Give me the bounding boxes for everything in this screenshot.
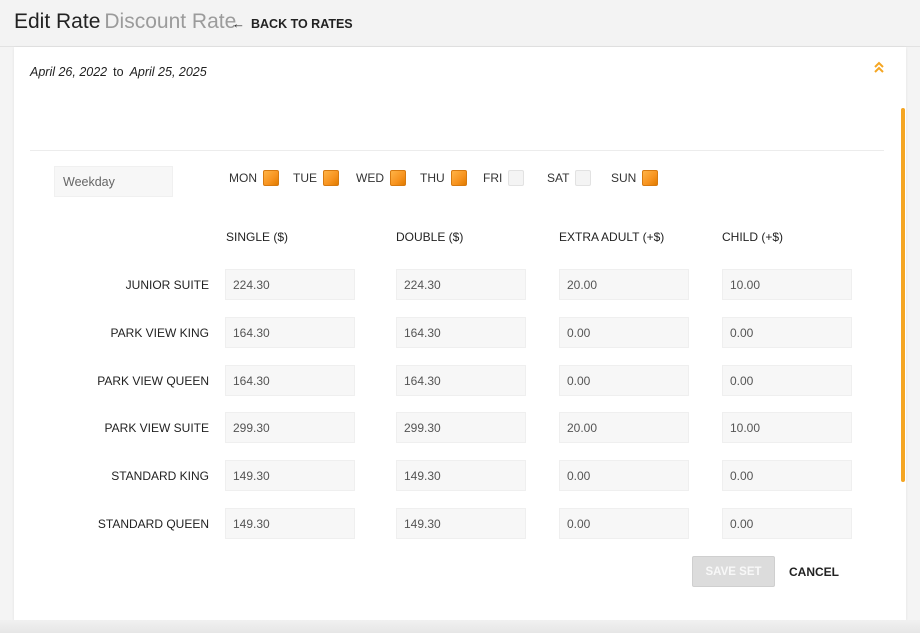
child-rate-input[interactable] [722, 365, 852, 396]
divider [30, 150, 884, 151]
day-checkbox-tue[interactable] [323, 170, 339, 186]
cancel-button[interactable]: CANCEL [786, 556, 842, 587]
child-rate-input[interactable] [722, 460, 852, 491]
double-rate-input[interactable] [396, 269, 526, 300]
page-title-text: Edit Rate [14, 10, 101, 33]
single-rate-input[interactable] [225, 508, 355, 539]
day-toggle-mon[interactable]: MON [229, 170, 279, 186]
rate-name: Discount Rate [104, 10, 237, 33]
room-label: PARK VIEW QUEEN [97, 374, 209, 388]
day-toggle-thu[interactable]: THU [420, 170, 467, 186]
day-checkbox-sat[interactable] [575, 170, 592, 186]
single-rate-input[interactable] [225, 317, 355, 348]
day-label-wed: WED [356, 171, 384, 185]
room-label: PARK VIEW KING [110, 326, 209, 340]
day-toggle-sun[interactable]: SUN [611, 170, 659, 186]
extra-adult-rate-input[interactable] [559, 317, 689, 348]
extra-adult-rate-input[interactable] [559, 508, 689, 539]
room-label: STANDARD KING [111, 469, 209, 483]
extra-adult-rate-input[interactable] [559, 365, 689, 396]
single-rate-input[interactable] [225, 365, 355, 396]
chevron-double-up-icon[interactable] [871, 59, 887, 75]
single-rate-input[interactable] [225, 412, 355, 443]
save-set-button[interactable]: SAVE SET [692, 556, 775, 587]
day-toggle-sat[interactable]: SAT [547, 170, 592, 186]
back-to-rates-link[interactable]: ← BACK TO RATES [232, 16, 353, 31]
double-rate-input[interactable] [396, 412, 526, 443]
date-end: April 25, 2025 [129, 65, 207, 79]
room-label: STANDARD QUEEN [97, 517, 209, 531]
double-rate-input[interactable] [396, 317, 526, 348]
day-checkbox-fri[interactable] [508, 170, 525, 186]
date-range: April 26, 2022 to April 25, 2025 [30, 65, 207, 79]
day-toggle-fri[interactable]: FRI [483, 170, 525, 186]
extra-adult-rate-input[interactable] [559, 460, 689, 491]
extra-adult-rate-input[interactable] [559, 269, 689, 300]
child-rate-input[interactable] [722, 317, 852, 348]
child-rate-input[interactable] [722, 508, 852, 539]
day-toggle-wed[interactable]: WED [356, 170, 406, 186]
child-rate-input[interactable] [722, 269, 852, 300]
column-header-single: SINGLE ($) [226, 230, 289, 244]
day-checkbox-wed[interactable] [390, 170, 406, 186]
date-start: April 26, 2022 [30, 65, 108, 79]
extra-adult-rate-input[interactable] [559, 412, 689, 443]
arrow-left-icon: ← [232, 16, 245, 31]
day-checkbox-thu[interactable] [450, 170, 467, 186]
column-header-child: CHILD (+$) [722, 230, 784, 244]
double-rate-input[interactable] [396, 508, 526, 539]
room-label: JUNIOR SUITE [125, 278, 209, 292]
column-header-double: DOUBLE ($) [396, 230, 464, 244]
double-rate-input[interactable] [396, 365, 526, 396]
single-rate-input[interactable] [225, 460, 355, 491]
day-toggle-tue[interactable]: TUE [293, 170, 339, 186]
single-rate-input[interactable] [225, 269, 355, 300]
day-label-sat: SAT [547, 171, 570, 185]
day-label-tue: TUE [293, 171, 317, 185]
page-title: Edit Rate Discount Rate [14, 10, 236, 34]
footer-shade [0, 620, 920, 633]
day-checkbox-sun[interactable] [642, 170, 659, 186]
date-connector: to [113, 65, 124, 79]
day-checkbox-mon[interactable] [263, 170, 279, 186]
back-to-rates-label: BACK TO RATES [251, 16, 353, 31]
day-label-sun: SUN [611, 171, 637, 185]
column-header-extra-adult: EXTRA ADULT (+$) [559, 230, 665, 244]
scrollbar[interactable] [901, 108, 905, 482]
day-label-fri: FRI [483, 171, 503, 185]
day-label-thu: THU [420, 171, 445, 185]
double-rate-input[interactable] [396, 460, 526, 491]
rate-set-panel: April 26, 2022 to April 25, 2025 MON TUE W… [14, 47, 906, 620]
day-label-mon: MON [229, 171, 257, 185]
child-rate-input[interactable] [722, 412, 852, 443]
room-label: PARK VIEW SUITE [104, 421, 209, 435]
set-name-input[interactable] [54, 166, 173, 197]
page-header: Edit Rate Discount Rate ← BACK TO RATES [0, 0, 920, 47]
